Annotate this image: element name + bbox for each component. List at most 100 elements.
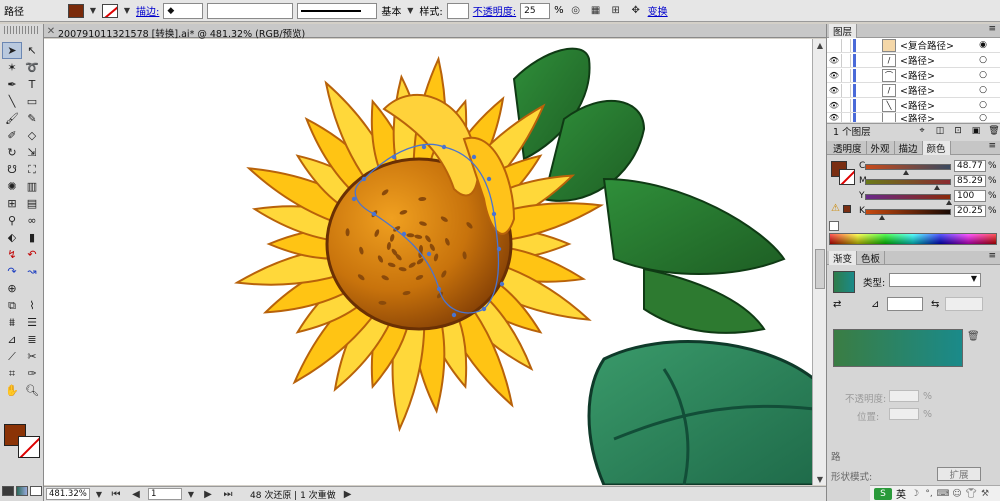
locate-object-icon[interactable]: ⌖ (916, 126, 928, 136)
gradient-tool-icon[interactable]: ▤ (22, 195, 42, 212)
zoom-tool-icon[interactable]: 🔍︎ (22, 382, 42, 399)
fill-swatch[interactable] (68, 3, 84, 18)
reference-point-icon[interactable]: ⊞ (608, 3, 624, 19)
brush-profile-select[interactable] (297, 2, 378, 19)
layer-row[interactable]: 👁︎ / <路径> ○ (827, 83, 1000, 98)
new-layer-icon[interactable]: ▣ (970, 126, 982, 136)
layer-row[interactable]: <复合路径> ◉ (827, 38, 1000, 53)
recolor-icon[interactable]: ◎ (568, 3, 584, 19)
type-tool-icon[interactable]: T (22, 76, 42, 93)
yellow-slider-handle[interactable] (946, 200, 952, 205)
anchor-point[interactable] (499, 281, 505, 287)
chevron-down-icon[interactable]: ▼ (94, 487, 104, 501)
lock-toggle[interactable] (841, 68, 851, 82)
warp-options-tool-icon[interactable]: ⌇ (22, 297, 42, 314)
lock-toggle[interactable] (841, 38, 851, 52)
chevron-down-icon[interactable]: ▼ (122, 4, 132, 18)
chart-tool-icon[interactable]: ▮ (22, 229, 42, 246)
anchor-point[interactable] (441, 144, 447, 150)
black-value-field[interactable]: 20.25 (954, 205, 986, 217)
user-icon[interactable]: ☺ (952, 489, 962, 499)
blob-brush-tool-icon[interactable]: ✐ (2, 127, 22, 144)
align-grid-icon[interactable]: ▦ (588, 3, 604, 19)
scroll-thumb[interactable] (815, 249, 825, 289)
isolate-icon[interactable]: ✥ (628, 3, 644, 19)
zoom-field[interactable]: 481.32% (46, 488, 90, 500)
scroll-down-icon[interactable]: ▼ (813, 473, 827, 485)
none-mode-icon[interactable] (30, 486, 42, 496)
lock-toggle[interactable] (841, 98, 851, 112)
width-tool-icon[interactable]: ↯ (2, 246, 22, 263)
eye-icon[interactable]: 👁︎ (827, 71, 841, 80)
anchor-point[interactable] (426, 251, 432, 257)
warning-icon[interactable]: ⚠ (831, 203, 840, 214)
gradient-opacity-field[interactable] (889, 390, 919, 402)
lasso-tool-icon[interactable]: ➰ (22, 59, 42, 76)
anchor-point[interactable] (371, 211, 377, 217)
yellow-value-field[interactable]: 100 (954, 190, 986, 202)
anchor-point[interactable] (391, 154, 397, 160)
tab-color[interactable]: 颜色 (922, 140, 951, 155)
none-color-swatch[interactable] (829, 221, 839, 231)
black-slider[interactable] (865, 209, 951, 215)
tab-appearance[interactable]: 外观 (867, 140, 895, 155)
gradient-type-select[interactable]: ▼ (889, 273, 981, 287)
next-artboard-icon[interactable]: ▶ (200, 486, 216, 501)
prev-artboard-icon[interactable]: ◀ (128, 486, 144, 501)
scale-tool-icon[interactable]: ⇲ (22, 144, 42, 161)
measure-tool-icon[interactable]: ✑ (22, 365, 42, 382)
anchor-point[interactable] (486, 176, 492, 182)
gradient-ramp[interactable] (833, 329, 963, 367)
panel-menu-icon[interactable]: ≡ (988, 251, 996, 261)
yellow-slider[interactable] (865, 194, 951, 200)
anchor-point[interactable] (481, 306, 487, 312)
tab-gradient[interactable]: 渐变 (829, 250, 858, 265)
document-title[interactable]: 200791011321578 [转换].ai* @ 481.32% (RGB/… (58, 26, 305, 40)
opacity-link[interactable]: 不透明度: (473, 3, 516, 18)
tab-layers[interactable]: 图层 (829, 23, 858, 38)
hand-scatter-tool-icon[interactable]: ⩩ (2, 314, 22, 331)
anchor-point[interactable] (351, 196, 357, 202)
black-slider-handle[interactable] (879, 215, 885, 220)
chart-bars-tool-icon[interactable]: ⊿ (2, 331, 22, 348)
keyboard-icon[interactable]: ⌨ (937, 489, 950, 499)
layer-row[interactable]: 👁︎ ╲ <路径> ○ (827, 98, 1000, 113)
graph-tool-icon[interactable]: ▥ (22, 178, 42, 195)
panel-menu-icon[interactable]: ≡ (988, 141, 996, 151)
selection-tool-icon[interactable]: ➤ (2, 42, 22, 59)
stroke-color-box[interactable] (839, 169, 855, 185)
columns-tool-icon[interactable]: ☰ (22, 314, 42, 331)
vertical-scrollbar[interactable]: ▲ ▼ (812, 39, 826, 485)
anchor-point[interactable] (436, 286, 442, 292)
style-select[interactable] (446, 2, 469, 19)
target-icon[interactable]: ○ (978, 113, 988, 122)
magenta-slider-handle[interactable] (933, 185, 940, 190)
last-artboard-icon[interactable]: ⏭ (220, 486, 236, 501)
trash-icon[interactable]: 🗑︎ (988, 126, 1000, 136)
artboard-number-field[interactable]: 1 (148, 488, 182, 500)
blend-tool-icon[interactable]: ∞ (22, 212, 42, 229)
magic-wand-tool-icon[interactable]: ✶ (2, 59, 22, 76)
gradient-mode-icon[interactable] (16, 486, 28, 496)
symbol-sprayer-tool-icon[interactable]: ✺ (2, 178, 22, 195)
expand-button[interactable]: 扩展 (937, 467, 981, 481)
live-paint-tool-icon[interactable]: ⬖ (2, 229, 22, 246)
aspect-ratio-field[interactable] (945, 297, 983, 311)
line-tool-icon[interactable]: ╲ (2, 93, 22, 110)
punctuation-icon[interactable]: °, (924, 489, 934, 499)
target-icon[interactable]: ◉ (978, 40, 988, 50)
anchor-point[interactable] (496, 246, 502, 252)
warp-tool-icon[interactable]: ☋ (2, 161, 22, 178)
target-icon[interactable]: ○ (978, 100, 988, 110)
layer-row[interactable]: 👁︎ <路径> ○ (827, 113, 1000, 123)
tab-swatches[interactable]: 色板 (857, 250, 886, 265)
fill-stroke-control[interactable] (4, 424, 42, 460)
eraser-tool-icon[interactable]: ◇ (22, 127, 42, 144)
variable-width-field[interactable] (207, 2, 294, 19)
target-icon[interactable]: ○ (978, 70, 988, 80)
panel-grip[interactable] (4, 26, 39, 34)
gradient-angle-field[interactable] (887, 297, 923, 311)
anchor-point[interactable] (491, 211, 497, 217)
anchor-point[interactable] (451, 312, 457, 318)
free-transform-tool-icon[interactable]: ⛶ (22, 161, 42, 178)
